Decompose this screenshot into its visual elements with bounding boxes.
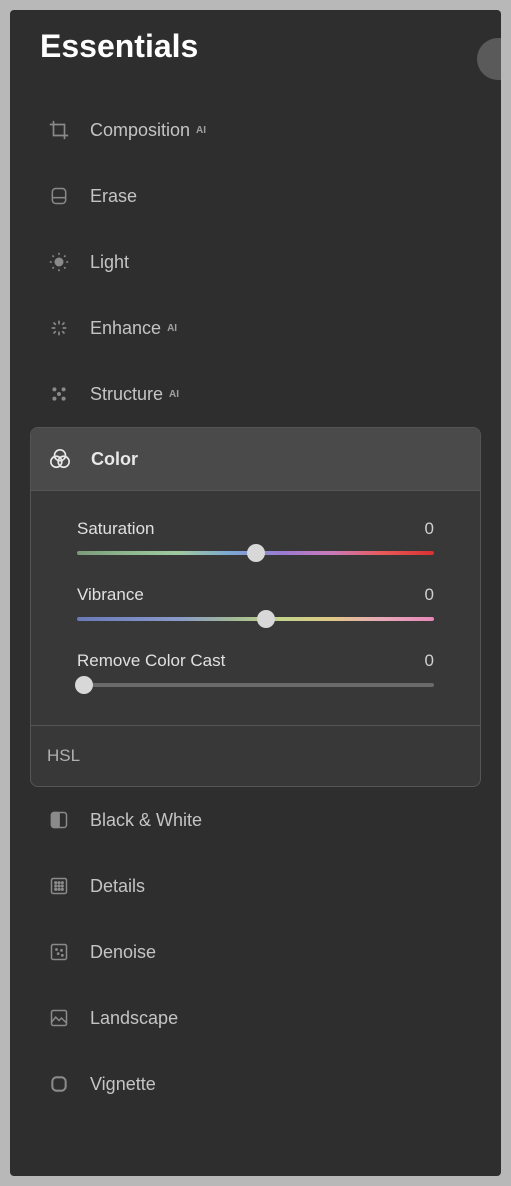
saturation-slider[interactable] — [77, 551, 434, 555]
tool-label: Composition AI — [90, 120, 206, 141]
vibrance-label: Vibrance — [77, 585, 144, 605]
tool-label: Enhance AI — [90, 318, 177, 339]
hsl-section[interactable]: HSL — [31, 725, 480, 786]
saturation-value[interactable]: 0 — [425, 519, 434, 539]
structure-icon — [48, 383, 70, 405]
vibrance-value[interactable]: 0 — [425, 585, 434, 605]
tool-label: Color — [91, 449, 138, 470]
remove-cast-label: Remove Color Cast — [77, 651, 225, 671]
slider-thumb[interactable] — [257, 610, 275, 628]
details-icon — [48, 875, 70, 897]
color-icon — [49, 448, 71, 470]
tool-list: Composition AI Erase — [30, 97, 481, 1117]
essentials-panel: Essentials Composition AI Erase — [10, 10, 501, 1176]
panel-title: Essentials — [30, 28, 481, 65]
saturation-label: Saturation — [77, 519, 155, 539]
denoise-icon — [48, 941, 70, 963]
erase-icon — [48, 185, 70, 207]
slider-thumb[interactable] — [247, 544, 265, 562]
light-icon — [48, 251, 70, 273]
tool-label: Vignette — [90, 1074, 156, 1095]
tool-composition[interactable]: Composition AI — [30, 97, 481, 163]
tool-structure[interactable]: Structure AI — [30, 361, 481, 427]
tool-vignette[interactable]: Vignette — [30, 1051, 481, 1117]
tool-color-header[interactable]: Color — [31, 428, 480, 491]
remove-cast-slider[interactable] — [77, 683, 434, 687]
tool-landscape[interactable]: Landscape — [30, 985, 481, 1051]
color-sliders: Saturation 0 Vibrance 0 — [31, 491, 480, 725]
tool-enhance[interactable]: Enhance AI — [30, 295, 481, 361]
tool-label: Denoise — [90, 942, 156, 963]
enhance-icon — [48, 317, 70, 339]
tool-label: Black & White — [90, 810, 202, 831]
vibrance-group: Vibrance 0 — [77, 585, 434, 621]
tool-label: Details — [90, 876, 145, 897]
tool-light[interactable]: Light — [30, 229, 481, 295]
tool-erase[interactable]: Erase — [30, 163, 481, 229]
landscape-icon — [48, 1007, 70, 1029]
tool-denoise[interactable]: Denoise — [30, 919, 481, 985]
hsl-label: HSL — [47, 746, 80, 765]
tool-color-expanded: Color Saturation 0 Vibrance 0 — [30, 427, 481, 787]
crop-icon — [48, 119, 70, 141]
tool-details[interactable]: Details — [30, 853, 481, 919]
black-white-icon — [48, 809, 70, 831]
tool-label: Structure AI — [90, 384, 179, 405]
remove-cast-value[interactable]: 0 — [425, 651, 434, 671]
saturation-group: Saturation 0 — [77, 519, 434, 555]
tool-label: Landscape — [90, 1008, 178, 1029]
vibrance-slider[interactable] — [77, 617, 434, 621]
vignette-icon — [48, 1073, 70, 1095]
tool-label: Erase — [90, 186, 137, 207]
tool-label: Light — [90, 252, 129, 273]
remove-cast-group: Remove Color Cast 0 — [77, 651, 434, 687]
tool-black-white[interactable]: Black & White — [30, 787, 481, 853]
slider-thumb[interactable] — [75, 676, 93, 694]
